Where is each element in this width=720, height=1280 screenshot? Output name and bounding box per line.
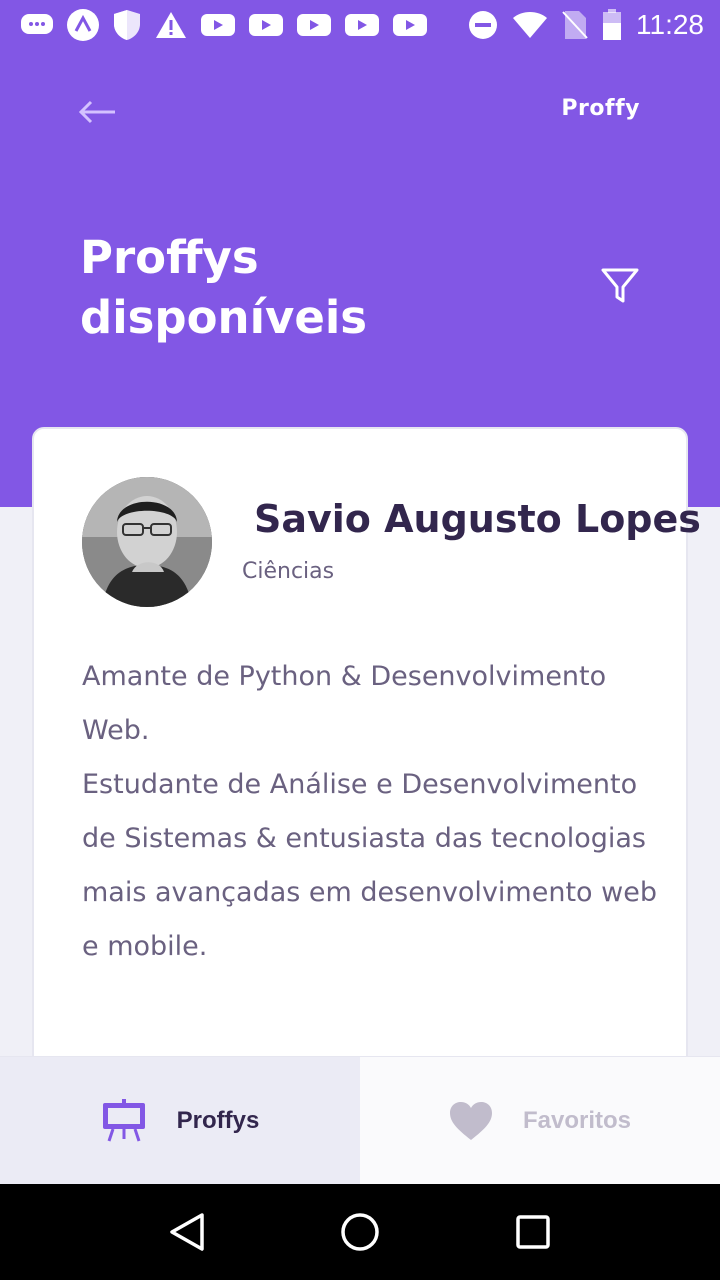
nav-home-button[interactable] [336, 1208, 384, 1256]
no-sim-icon [562, 10, 588, 40]
nav-recents-button[interactable] [509, 1208, 557, 1256]
youtube-icon [296, 12, 332, 38]
circle-home-icon [341, 1213, 379, 1251]
brand-logo: Proffy [561, 96, 640, 121]
easel-icon [102, 1098, 145, 1141]
youtube-icon [200, 12, 236, 38]
youtube-icon [344, 12, 380, 38]
status-time: 11:28 [636, 9, 704, 40]
youtube-icon [392, 12, 428, 38]
wifi-icon [512, 11, 548, 39]
page-title: Proffys disponíveis [80, 231, 368, 344]
tab-proffys[interactable]: Proffys [0, 1057, 360, 1184]
tab-proffys-label: Proffys [176, 1106, 260, 1134]
tab-favoritos[interactable]: Favoritos [360, 1057, 720, 1184]
back-button[interactable] [78, 94, 118, 130]
filter-icon [601, 268, 639, 303]
heart-icon [449, 1101, 492, 1140]
filter-button[interactable] [600, 266, 640, 306]
status-bar: 11:28 [0, 0, 720, 50]
system-nav-bar [0, 1184, 720, 1280]
teacher-name: Savio Augusto Lopes [254, 497, 701, 541]
square-recents-icon [516, 1215, 551, 1249]
bottom-tab-bar: Proffys Favoritos [0, 1056, 720, 1184]
chat-icon [20, 12, 54, 38]
do-not-disturb-icon [468, 10, 498, 40]
youtube-icon [248, 12, 284, 38]
battery-icon [602, 9, 622, 41]
shield-icon [112, 8, 142, 42]
teacher-card: Savio Augusto Lopes Ciências Amante de P… [32, 427, 701, 1127]
app-icon [66, 8, 100, 42]
tab-favoritos-label: Favoritos [522, 1106, 632, 1134]
nav-back-button[interactable] [163, 1208, 211, 1256]
avatar [82, 477, 212, 607]
teacher-subject: Ciências [242, 559, 335, 584]
arrow-left-icon [78, 100, 115, 124]
teacher-bio: Amante de Python & Desenvolvimento Web. … [82, 661, 657, 962]
system-icons: 11:28 [468, 9, 704, 41]
triangle-back-icon [169, 1213, 204, 1251]
notification-icons [20, 8, 428, 42]
warning-icon [154, 10, 188, 40]
